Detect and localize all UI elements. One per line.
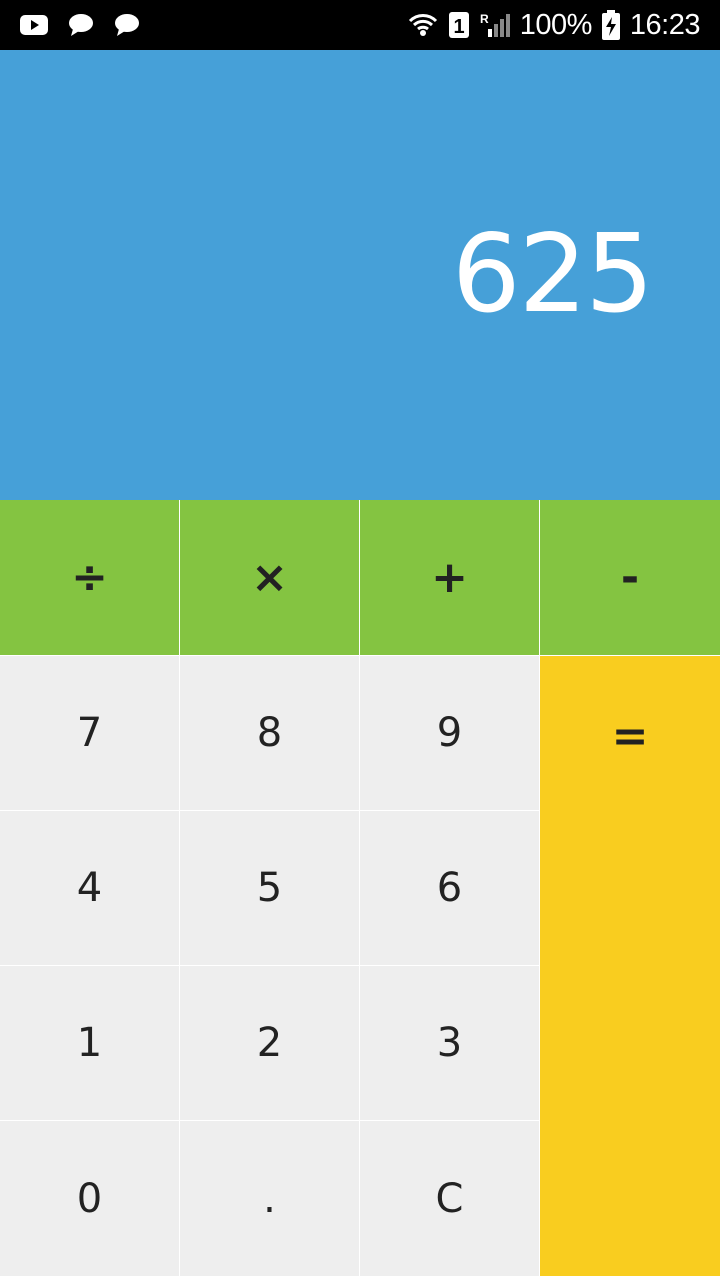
minus-button[interactable]: - (540, 500, 720, 655)
system-indicators: 1 R 100% 16:23 (408, 0, 701, 50)
notification-icons (20, 0, 140, 50)
digit-5-button[interactable]: 5 (180, 811, 359, 965)
multiply-button[interactable]: × (180, 500, 359, 655)
plus-button[interactable]: + (360, 500, 539, 655)
chat-bubble-icon (68, 13, 94, 37)
sim-card-icon: 1 (448, 11, 470, 39)
digit-7-button[interactable]: 7 (0, 656, 179, 810)
clear-button[interactable]: C (360, 1121, 539, 1276)
decimal-point-button[interactable]: . (180, 1121, 359, 1276)
signal-roaming-icon: R (480, 11, 510, 39)
sim-slot-number: 1 (453, 16, 464, 38)
status-bar: 1 R 100% 16:23 (0, 0, 720, 50)
result-display: 625 (0, 50, 720, 500)
digit-0-button[interactable]: 0 (0, 1121, 179, 1276)
digit-2-button[interactable]: 2 (180, 966, 359, 1120)
battery-charging-icon (601, 10, 620, 40)
keypad: ÷ × + - 7 8 9 = 4 5 6 1 2 3 0 . C (0, 500, 720, 1280)
divide-button[interactable]: ÷ (0, 500, 179, 655)
chat-bubble-icon (114, 13, 140, 37)
digit-8-button[interactable]: 8 (180, 656, 359, 810)
equals-button[interactable]: = (540, 656, 720, 1276)
digit-6-button[interactable]: 6 (360, 811, 539, 965)
display-value: 625 (451, 212, 654, 337)
digit-9-button[interactable]: 9 (360, 656, 539, 810)
svg-text:R: R (480, 12, 489, 26)
clock: 16:23 (629, 8, 701, 41)
wifi-icon (408, 11, 438, 39)
digit-3-button[interactable]: 3 (360, 966, 539, 1120)
digit-4-button[interactable]: 4 (0, 811, 179, 965)
battery-percent: 100% (519, 8, 593, 41)
digit-1-button[interactable]: 1 (0, 966, 179, 1120)
youtube-icon (20, 14, 48, 36)
